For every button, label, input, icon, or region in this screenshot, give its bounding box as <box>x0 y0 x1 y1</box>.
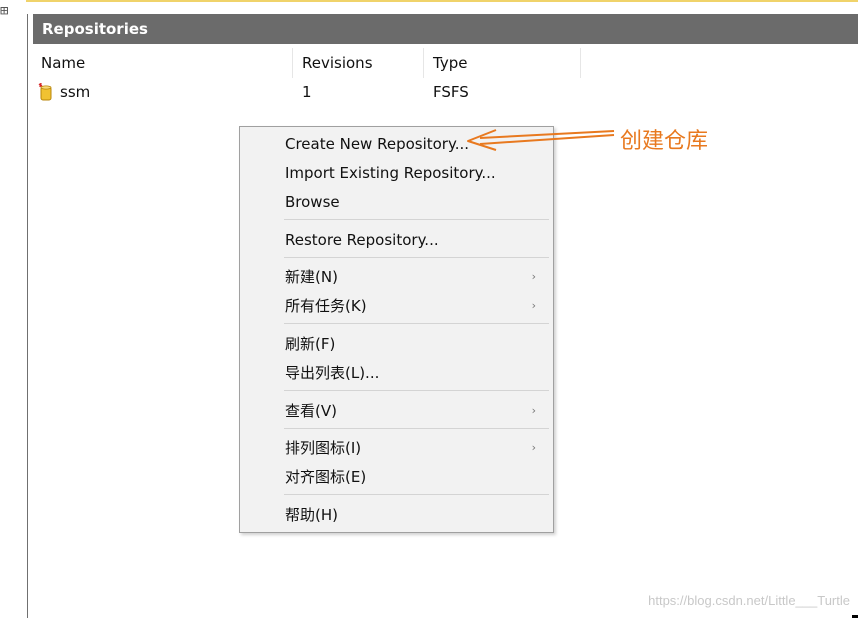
tree-node-icon[interactable]: ⊞ <box>0 2 20 20</box>
watermark: https://blog.csdn.net/Little___Turtle <box>648 593 850 608</box>
menu-separator <box>284 428 549 429</box>
menu-separator <box>284 219 549 220</box>
menu-item-label: Restore Repository... <box>285 231 439 249</box>
cell-revisions: 1 <box>302 83 312 101</box>
splitter-bar[interactable] <box>27 14 28 618</box>
menu-item-label: 排列图标(I) <box>285 439 362 457</box>
submenu-arrow-icon: › <box>531 299 536 312</box>
menu-item-label: 新建(N) <box>285 268 338 286</box>
annotation-arrow-icon <box>467 129 615 151</box>
menu-separator <box>284 494 549 495</box>
menu-item-restore-repository[interactable]: Restore Repository... <box>240 226 553 254</box>
menu-item-label: 帮助(H) <box>285 506 338 524</box>
menu-item-browse[interactable]: Browse <box>240 188 553 216</box>
repository-manager-window: ⊞ Repositories Name Revisions Type ssm 1… <box>0 0 858 618</box>
menu-item-label: 查看(V) <box>285 402 337 420</box>
menu-item-new[interactable]: 新建(N) › <box>240 263 553 291</box>
column-header-type[interactable]: Type <box>424 48 581 78</box>
menu-item-arrange-icons[interactable]: 排列图标(I) › <box>240 434 553 462</box>
menu-item-export-list[interactable]: 导出列表(L)... <box>240 359 553 387</box>
menu-item-refresh[interactable]: 刷新(F) <box>240 330 553 358</box>
menu-separator <box>284 390 549 391</box>
menu-item-label: Browse <box>285 193 340 211</box>
menu-item-all-tasks[interactable]: 所有任务(K) › <box>240 292 553 320</box>
column-header-name[interactable]: Name <box>33 48 293 78</box>
menu-item-label: Import Existing Repository... <box>285 164 496 182</box>
menu-separator <box>284 257 549 258</box>
menu-separator <box>284 323 549 324</box>
repository-icon <box>38 83 54 101</box>
top-edge-divider <box>26 0 858 2</box>
panel-title: Repositories <box>33 14 858 44</box>
cell-type: FSFS <box>433 83 469 101</box>
repository-name: ssm <box>60 83 91 101</box>
context-menu: Create New Repository... Import Existing… <box>239 126 554 533</box>
submenu-arrow-icon: › <box>531 441 536 454</box>
submenu-arrow-icon: › <box>531 270 536 283</box>
cell-name: ssm <box>38 80 293 104</box>
menu-item-label: 对齐图标(E) <box>285 468 367 486</box>
menu-item-view[interactable]: 查看(V) › <box>240 397 553 425</box>
menu-item-line-up-icons[interactable]: 对齐图标(E) <box>240 463 553 491</box>
column-header-revisions[interactable]: Revisions <box>293 48 424 78</box>
menu-item-label: 刷新(F) <box>285 335 336 353</box>
menu-item-import-existing-repository[interactable]: Import Existing Repository... <box>240 159 553 187</box>
menu-item-label: Create New Repository... <box>285 135 470 153</box>
menu-item-label: 导出列表(L)... <box>285 364 380 382</box>
submenu-arrow-icon: › <box>531 404 536 417</box>
table-row[interactable]: ssm 1 FSFS <box>33 80 581 104</box>
menu-item-help[interactable]: 帮助(H) <box>240 501 553 529</box>
annotation-label: 创建仓库 <box>620 129 709 154</box>
menu-item-label: 所有任务(K) <box>285 297 367 315</box>
